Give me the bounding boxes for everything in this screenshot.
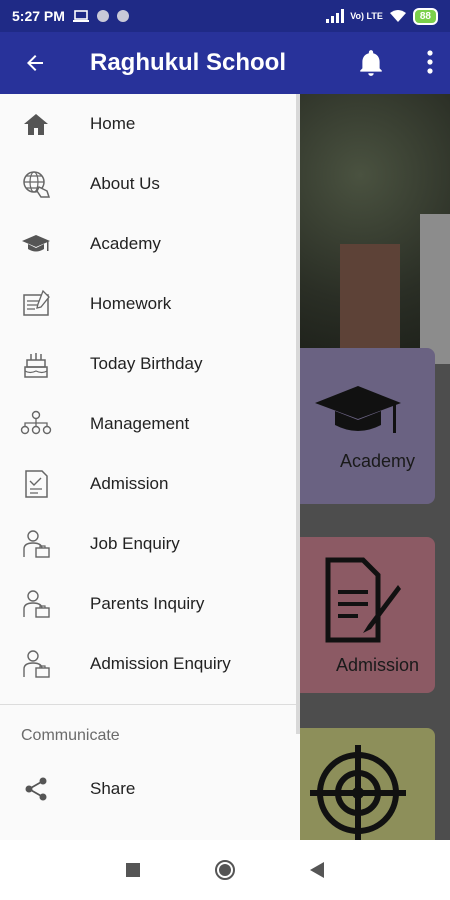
drawer-item-share[interactable]: Share	[0, 759, 300, 819]
drawer-item-management[interactable]: Management	[0, 394, 300, 454]
drawer-item-label: Job Enquiry	[90, 534, 180, 553]
graduation-cap-icon	[20, 228, 52, 260]
homework-icon	[20, 288, 52, 320]
target-icon	[309, 745, 406, 840]
share-icon	[20, 773, 52, 805]
back-button[interactable]	[0, 32, 70, 94]
drawer-item-home[interactable]: Home	[0, 94, 300, 154]
birthday-cake-icon	[20, 348, 52, 380]
section-title-communicate: Communicate	[21, 727, 120, 744]
arrow-left-icon	[27, 55, 43, 71]
back-nav-button[interactable]	[271, 840, 363, 900]
drawer-item-label: About Us	[90, 174, 160, 193]
drawer-item-parents-inquiry[interactable]: Parents Inquiry	[0, 574, 300, 634]
signal-icon	[326, 9, 345, 23]
academy-card: Academy	[280, 348, 435, 504]
drawer-item-label: Management	[90, 414, 190, 433]
laptop-icon	[72, 10, 89, 22]
triangle-back-icon	[310, 862, 324, 878]
drawer-item-label: Today Birthday	[90, 354, 203, 373]
status-bar: 5:27 PM Vo) LTE 88	[0, 0, 450, 32]
drawer-item-admission[interactable]: Admission	[0, 454, 300, 514]
overflow-menu-button[interactable]	[426, 48, 434, 81]
battery-badge: 88	[412, 7, 438, 25]
admission-card-label: Admission	[335, 654, 420, 675]
network-label: Vo) LTE	[350, 11, 383, 21]
drawer-item-job-enquiry[interactable]: Job Enquiry	[0, 514, 300, 574]
drawer-item-label: Homework	[90, 294, 172, 313]
notification-dot-icon	[116, 10, 129, 22]
system-nav-bar	[0, 840, 450, 900]
wifi-icon	[389, 10, 406, 22]
navigation-drawer: Home About Us Academy Homework Today Bir…	[0, 94, 300, 840]
globe-hand-icon	[20, 168, 52, 200]
square-icon	[126, 863, 140, 877]
academy-card-label: Academy	[339, 450, 416, 471]
bell-icon	[360, 50, 382, 76]
home-button[interactable]	[179, 840, 271, 900]
drawer-item-label: Parents Inquiry	[90, 594, 205, 613]
more-vertical-icon	[427, 50, 433, 74]
drawer-item-label: Academy	[90, 234, 161, 253]
home-icon	[20, 108, 52, 140]
recents-button[interactable]	[87, 840, 179, 900]
target-card	[280, 728, 435, 840]
org-chart-icon	[20, 408, 52, 440]
drawer-item-today-birthday[interactable]: Today Birthday	[0, 334, 300, 394]
admission-form-icon	[20, 468, 52, 500]
drawer-item-about-us[interactable]: About Us	[0, 154, 300, 214]
notification-dot-icon	[96, 10, 109, 22]
app-title: Raghukul School	[90, 49, 287, 76]
drawer-scrollbar[interactable]	[296, 94, 300, 734]
status-time: 5:27 PM	[12, 8, 65, 24]
school-photo	[300, 94, 450, 364]
notifications-button[interactable]	[358, 49, 384, 82]
app-bar: Raghukul School	[0, 32, 450, 94]
person-briefcase-icon	[20, 648, 52, 680]
drawer-item-label: Share	[90, 779, 136, 798]
person-briefcase-icon	[20, 588, 52, 620]
drawer-item-label: Admission Enquiry	[90, 654, 231, 673]
drawer-item-academy[interactable]: Academy	[0, 214, 300, 274]
drawer-item-label: Admission	[90, 474, 169, 493]
document-pen-icon	[325, 557, 401, 642]
drawer-item-admission-enquiry[interactable]: Admission Enquiry	[0, 634, 300, 694]
graduation-cap-icon	[314, 385, 401, 433]
admission-card: Admission	[280, 537, 435, 693]
drawer-item-homework[interactable]: Homework	[0, 274, 300, 334]
drawer-item-label: Home	[90, 114, 136, 133]
circle-icon	[215, 860, 235, 880]
person-briefcase-icon	[20, 528, 52, 560]
